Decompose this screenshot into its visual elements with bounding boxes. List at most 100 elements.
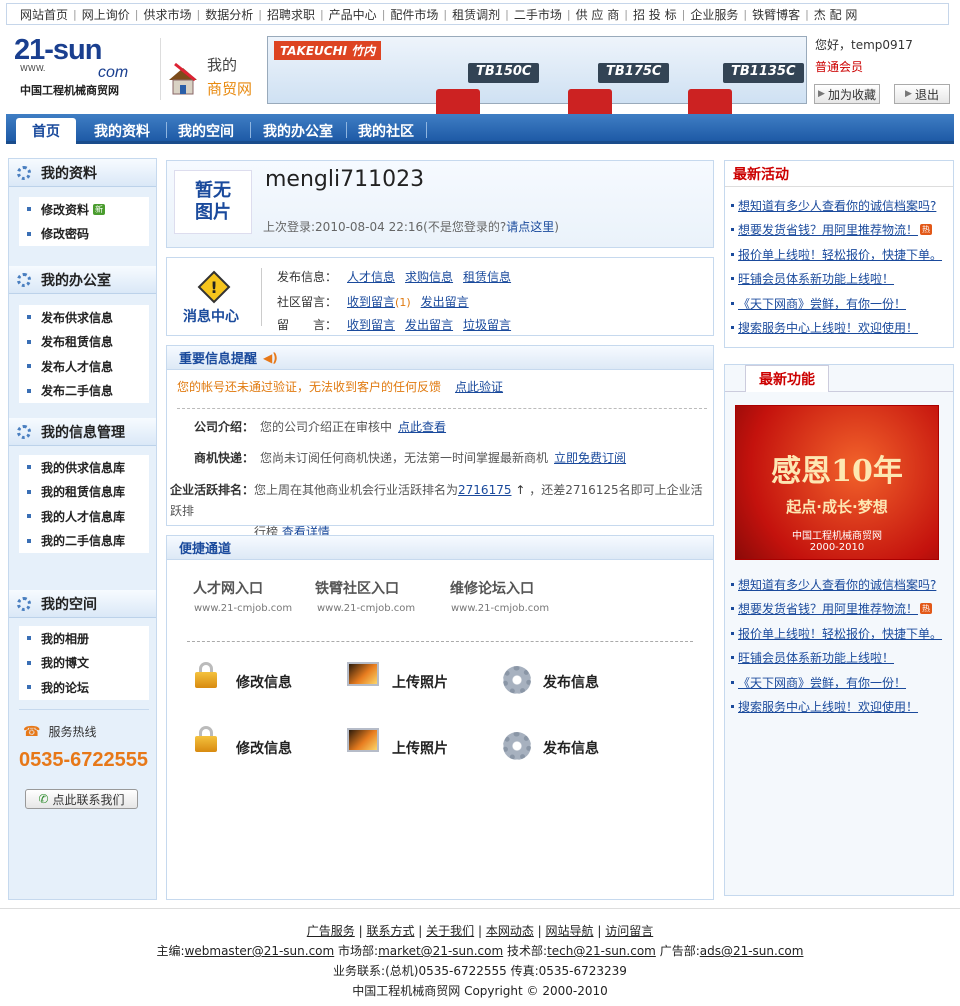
- topnav-inquiry[interactable]: 网上询价: [77, 6, 135, 23]
- topnav-parts-net[interactable]: 杰 配 网: [809, 6, 863, 23]
- feature-item[interactable]: 旺铺会员体系新功能上线啦！: [725, 646, 953, 671]
- talent-entry-link[interactable]: 人才网入口: [193, 578, 263, 598]
- footer-link-contact[interactable]: 联系方式: [366, 924, 414, 938]
- contact-us-button[interactable]: ✆ 点此联系我们: [25, 789, 138, 809]
- link-sent-comments[interactable]: 发出留言: [421, 293, 469, 310]
- message-center-label: 消息中心: [183, 309, 239, 325]
- feature-item[interactable]: 搜索服务中心上线啦！欢迎使用！: [725, 695, 953, 720]
- link-spam-messages[interactable]: 垃圾留言: [463, 316, 511, 333]
- sidebar-item-post-talent[interactable]: 发布人才信息: [19, 354, 149, 379]
- community-entry-link[interactable]: 铁臂社区入口: [315, 578, 399, 598]
- sidebar-item-supply-db[interactable]: 我的供求信息库: [19, 455, 149, 480]
- feature-item[interactable]: 《天下网商》尝鲜，有你一份！: [725, 670, 953, 695]
- contact-label: 点此联系我们: [52, 792, 125, 807]
- footer-link-ads[interactable]: 广告服务: [307, 924, 355, 938]
- view-company-intro-link[interactable]: 点此查看: [398, 418, 446, 435]
- sidebar-item-blog[interactable]: 我的博文: [19, 651, 149, 676]
- logo-tagline: 中国工程机械商贸网: [20, 84, 119, 97]
- activity-item[interactable]: 旺铺会员体系新功能上线啦！: [725, 267, 953, 292]
- add-favorite-button[interactable]: ▶ 加为收藏: [814, 84, 880, 104]
- activity-item[interactable]: 搜索服务中心上线啦！欢迎使用！: [725, 316, 953, 341]
- company-intro-row: 公司介绍： 您的公司介绍正在审核中 点此查看: [194, 418, 447, 435]
- sidebar-item-used-db[interactable]: 我的二手信息库: [19, 529, 149, 554]
- tab-latest-features[interactable]: 最新功能: [745, 365, 829, 392]
- footer-link-about[interactable]: 关于我们: [426, 924, 474, 938]
- topnav-used[interactable]: 二手市场: [509, 6, 567, 23]
- topnav-services[interactable]: 企业服务: [685, 6, 743, 23]
- topnav-home[interactable]: 网站首页: [15, 6, 73, 23]
- edit-info-link[interactable]: 修改信息: [236, 738, 292, 758]
- biz-express-row: 商机快递： 您尚未订阅任何商机快递，无法第一时间掌握最新商机 立即免费订阅: [194, 449, 627, 466]
- sidebar-item-album[interactable]: 我的相册: [19, 626, 149, 651]
- feature-item[interactable]: 想知道有多少人查看你的诚信档案吗?: [725, 572, 953, 597]
- hotline-label: 服务热线: [48, 725, 97, 739]
- activity-item[interactable]: 想要发货省钱？用阿里推荐物流！热: [725, 218, 953, 243]
- publish-info-link[interactable]: 发布信息: [543, 738, 599, 758]
- edit-info-link[interactable]: 修改信息: [236, 672, 292, 692]
- tab-my-office[interactable]: 我的办公室: [252, 118, 344, 144]
- my-biz-link[interactable]: 我的 商贸网: [160, 38, 264, 100]
- email-webmaster[interactable]: webmaster@21-sun.com: [185, 944, 335, 958]
- logout-button[interactable]: ▶ 退出: [894, 84, 950, 104]
- important-notice-header: 重要信息提醒 ◀): [167, 346, 713, 370]
- sidebar-item-rental-db[interactable]: 我的租赁信息库: [19, 480, 149, 505]
- activity-item[interactable]: 想知道有多少人查看你的诚信档案吗?: [725, 193, 953, 218]
- link-sent-messages[interactable]: 发出留言: [405, 316, 453, 333]
- activity-item[interactable]: 报价单上线啦！轻松报价，快捷下单。: [725, 242, 953, 267]
- upload-photo-link[interactable]: 上传照片: [392, 672, 448, 692]
- not-me-link[interactable]: 请点这里: [506, 220, 554, 234]
- photo-icon: [347, 728, 379, 752]
- verify-link[interactable]: 点此验证: [455, 378, 503, 395]
- sidebar-item-talent-db[interactable]: 我的人才信息库: [19, 504, 149, 529]
- anniversary-promo-image[interactable]: 感恩10年 起点·成长·梦想 中国工程机械商贸网 2000-2010: [735, 405, 939, 560]
- sidebar-item-edit-profile[interactable]: 修改资料新: [19, 197, 149, 222]
- tab-home[interactable]: 首页: [16, 118, 76, 144]
- activity-item[interactable]: 《天下网商》尝鲜，有你一份！: [725, 291, 953, 316]
- sidebar-item-post-used[interactable]: 发布二手信息: [19, 379, 149, 404]
- comment-count: (1): [395, 295, 411, 309]
- hotline-number: 0535-6722555: [19, 749, 149, 771]
- excavator-image: [688, 89, 732, 117]
- site-logo[interactable]: 21-sun WWW. com 中国工程机械商贸网: [14, 34, 154, 98]
- email-market[interactable]: market@21-sun.com: [378, 944, 503, 958]
- topnav-suppliers[interactable]: 供 应 商: [571, 6, 625, 23]
- tab-my-community[interactable]: 我的社区: [348, 118, 424, 144]
- quick-access-header: 便捷通道: [167, 536, 713, 560]
- footer-link-news[interactable]: 本网动态: [486, 924, 534, 938]
- feature-item[interactable]: 想要发货省钱？用阿里推荐物流！热: [725, 597, 953, 622]
- sidebar-item-change-password[interactable]: 修改密码: [19, 222, 149, 247]
- important-title: 重要信息提醒: [179, 352, 258, 367]
- link-rental-info[interactable]: 租赁信息: [463, 268, 511, 285]
- logout-label: 退出: [914, 87, 939, 102]
- publish-info-link[interactable]: 发布信息: [543, 672, 599, 692]
- sidebar-item-post-supply[interactable]: 发布供求信息: [19, 305, 149, 330]
- topnav-rental[interactable]: 租赁调剂: [447, 6, 505, 23]
- lock-icon: [195, 662, 217, 688]
- feature-item[interactable]: 报价单上线啦！轻松报价，快捷下单。: [725, 621, 953, 646]
- tab-my-profile[interactable]: 我的资料: [84, 118, 160, 144]
- link-received-comments[interactable]: 收到留言: [347, 295, 395, 309]
- topnav-bidding[interactable]: 招 投 标: [628, 6, 682, 23]
- topnav-data[interactable]: 数据分析: [200, 6, 258, 23]
- email-tech[interactable]: tech@21-sun.com: [547, 944, 656, 958]
- tab-my-space[interactable]: 我的空间: [168, 118, 244, 144]
- email-ads[interactable]: ads@21-sun.com: [700, 944, 804, 958]
- subscribe-link[interactable]: 立即免费订阅: [554, 449, 626, 466]
- topnav-parts[interactable]: 配件市场: [385, 6, 443, 23]
- topnav-jobs[interactable]: 招聘求职: [262, 6, 320, 23]
- footer-link-sitemap[interactable]: 网站导航: [546, 924, 594, 938]
- link-buy-info[interactable]: 求购信息: [405, 268, 453, 285]
- upload-photo-link[interactable]: 上传照片: [392, 738, 448, 758]
- link-received-messages[interactable]: 收到留言: [347, 316, 395, 333]
- sidebar-item-post-rental[interactable]: 发布租赁信息: [19, 330, 149, 355]
- topnav-market[interactable]: 供求市场: [138, 6, 196, 23]
- topnav-products[interactable]: 产品中心: [324, 6, 382, 23]
- rank-value-link[interactable]: 2716175: [458, 483, 511, 497]
- ad-banner[interactable]: TAKEUCHI 竹内 TB150C TB175C TB1135C: [267, 36, 807, 117]
- link-talent-info[interactable]: 人才信息: [347, 268, 395, 285]
- repair-forum-entry-link[interactable]: 维修论坛入口: [450, 578, 534, 598]
- footer-link-guestbook[interactable]: 访问留言: [605, 924, 653, 938]
- sidebar-item-forum[interactable]: 我的论坛: [19, 675, 149, 700]
- message-center-panel: ! 消息中心 发布信息： 人才信息 求购信息 租赁信息 社区留言： 收到留言(1…: [166, 257, 714, 336]
- topnav-blog[interactable]: 铁臂博客: [747, 6, 805, 23]
